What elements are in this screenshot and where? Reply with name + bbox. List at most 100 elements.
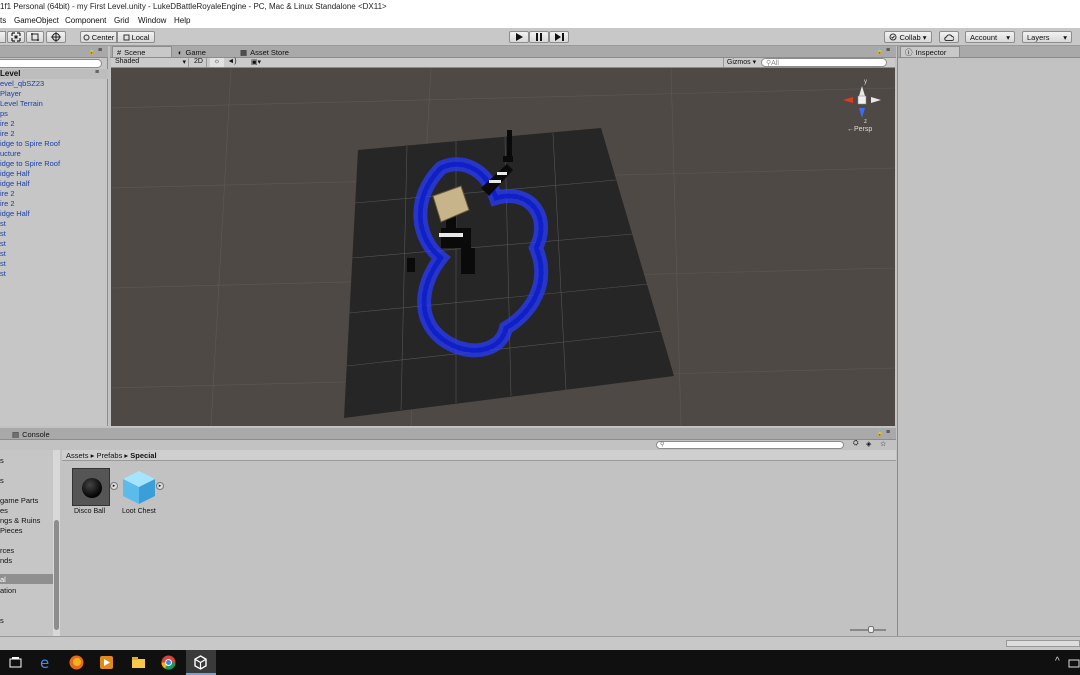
gizmos-dropdown[interactable]: Gizmos ▾: [723, 58, 759, 67]
hierarchy-item[interactable]: idge to Spire Roof: [0, 159, 60, 168]
pivot-center-button[interactable]: Center: [80, 31, 117, 43]
system-tray-chevron-up-icon[interactable]: ^: [1055, 656, 1060, 667]
prefab-expand-icon[interactable]: ▸: [156, 482, 164, 490]
lock-icon[interactable]: 🔒: [88, 48, 95, 55]
scene-tab-icon: #: [117, 47, 122, 57]
folder-item[interactable]: s: [0, 616, 4, 625]
panel-menu-icon[interactable]: ≡: [95, 69, 99, 76]
unity-taskbar-button[interactable]: [186, 650, 216, 675]
folder-item[interactable]: s: [0, 456, 4, 465]
effects-dropdown[interactable]: ▣▾: [245, 58, 267, 67]
menu-assets[interactable]: ts: [0, 16, 6, 25]
menu-window[interactable]: Window: [138, 16, 166, 25]
folder-tree-scrollbar[interactable]: [53, 450, 60, 636]
lock-icon[interactable]: 🔒: [876, 48, 883, 55]
hierarchy-item[interactable]: idge to Spire Roof: [0, 139, 60, 148]
folder-item-selected[interactable]: al: [0, 574, 54, 584]
panel-menu-icon[interactable]: ≡: [98, 47, 102, 54]
hierarchy-item[interactable]: ps: [0, 109, 8, 118]
filter-label-icon[interactable]: ◈: [866, 440, 871, 448]
account-dropdown[interactable]: Account ▾: [965, 31, 1015, 43]
hierarchy-item[interactable]: idge Half: [0, 169, 30, 178]
tool-rect-button[interactable]: [26, 31, 44, 43]
play-button[interactable]: [509, 31, 529, 43]
folder-item[interactable]: nds: [0, 556, 12, 565]
asset-tile[interactable]: ▸ Loot Chest: [120, 468, 170, 528]
hierarchy-item[interactable]: st: [0, 269, 6, 278]
hierarchy-item[interactable]: ire 2: [0, 189, 15, 198]
hierarchy-item[interactable]: st: [0, 259, 6, 268]
folder-item[interactable]: game Parts: [0, 496, 38, 505]
breadcrumb-assets[interactable]: Assets: [66, 451, 89, 460]
tool-rotate-button[interactable]: [0, 31, 6, 43]
pause-button[interactable]: [529, 31, 549, 43]
favorite-star-icon[interactable]: ☆: [880, 440, 886, 448]
folder-item[interactable]: ngs & Ruins: [0, 516, 40, 525]
task-view-icon[interactable]: [7, 654, 24, 671]
hierarchy-item[interactable]: idge Half: [0, 209, 30, 218]
edge-browser-icon[interactable]: e: [38, 654, 55, 671]
hierarchy-search-input[interactable]: [0, 59, 102, 68]
pivot-local-button[interactable]: Local: [117, 31, 155, 43]
folder-item[interactable]: rces: [0, 546, 14, 555]
panel-menu-icon[interactable]: ≡: [886, 47, 890, 54]
folder-item[interactable]: es: [0, 506, 8, 515]
firefox-icon[interactable]: [68, 654, 85, 671]
prefab-expand-icon[interactable]: ▸: [110, 482, 118, 490]
network-icon[interactable]: [1068, 654, 1080, 671]
scrollbar-thumb[interactable]: [54, 520, 59, 630]
orientation-gizmo[interactable]: y z ←Persp: [837, 79, 887, 138]
breadcrumb-prefabs[interactable]: Prefabs: [96, 451, 122, 460]
shading-mode-dropdown[interactable]: Shaded ▾: [113, 58, 189, 67]
menu-gameobject[interactable]: GameObject: [14, 16, 59, 25]
slider-thumb[interactable]: [868, 626, 874, 633]
lock-icon[interactable]: 🔒: [876, 430, 883, 437]
breadcrumb-special[interactable]: Special: [130, 451, 156, 460]
collab-button[interactable]: Collab ▾: [884, 31, 932, 43]
hierarchy-item[interactable]: st: [0, 219, 6, 228]
projection-label[interactable]: ←Persp: [847, 126, 872, 133]
file-explorer-icon[interactable]: [130, 654, 147, 671]
scene-viewport[interactable]: y z ←Persp: [111, 68, 895, 426]
toggle-2d-button[interactable]: 2D: [191, 58, 207, 67]
layers-dropdown[interactable]: Layers ▾: [1022, 31, 1072, 43]
tab-game[interactable]: ◐ Game: [174, 47, 210, 57]
filter-type-icon[interactable]: ⛭: [853, 440, 859, 448]
hierarchy-item[interactable]: st: [0, 249, 6, 258]
tab-project[interactable]: [0, 429, 8, 439]
asset-tile[interactable]: ▸ Disco Ball: [72, 468, 122, 528]
tab-asset-store[interactable]: ▦ Asset Store: [236, 47, 293, 57]
panel-menu-icon[interactable]: ≡: [886, 429, 890, 436]
folder-item[interactable]: ation: [0, 586, 16, 595]
hierarchy-item[interactable]: Player: [0, 89, 21, 98]
menu-component[interactable]: Component: [65, 16, 106, 25]
folder-item[interactable]: Pieces: [0, 526, 23, 535]
hierarchy-item[interactable]: Level Terrain: [0, 99, 43, 108]
hierarchy-item[interactable]: ire 2: [0, 119, 15, 128]
folder-item[interactable]: s: [0, 476, 4, 485]
lighting-toggle[interactable]: ☼: [210, 58, 224, 67]
chrome-icon[interactable]: [160, 654, 177, 671]
tool-scale-button[interactable]: [7, 31, 25, 43]
audio-toggle[interactable]: ◄): [225, 58, 239, 67]
media-player-icon[interactable]: [98, 654, 115, 671]
tab-console[interactable]: ▤ Console: [8, 429, 54, 439]
scene-root-row[interactable]: Level ≡: [0, 69, 108, 79]
thumbnail-size-slider[interactable]: [850, 626, 886, 633]
hierarchy-item[interactable]: ire 2: [0, 129, 15, 138]
tab-scene[interactable]: # Scene: [112, 46, 172, 57]
hierarchy-item[interactable]: st: [0, 239, 6, 248]
hierarchy-item[interactable]: ucture: [0, 149, 21, 158]
cloud-button[interactable]: [939, 31, 959, 43]
hierarchy-item[interactable]: idge Half: [0, 179, 30, 188]
tool-transform-button[interactable]: [46, 31, 66, 43]
scene-search-input[interactable]: ⚲All: [761, 58, 887, 67]
hierarchy-item[interactable]: st: [0, 229, 6, 238]
project-search-input[interactable]: ⚲: [656, 441, 844, 449]
menu-grid[interactable]: Grid: [114, 16, 129, 25]
hierarchy-item[interactable]: ire 2: [0, 199, 15, 208]
step-button[interactable]: [549, 31, 569, 43]
tab-inspector[interactable]: ⓘ Inspector: [900, 46, 960, 57]
hierarchy-item[interactable]: evel_qbSZ23: [0, 79, 44, 88]
menu-help[interactable]: Help: [174, 16, 190, 25]
